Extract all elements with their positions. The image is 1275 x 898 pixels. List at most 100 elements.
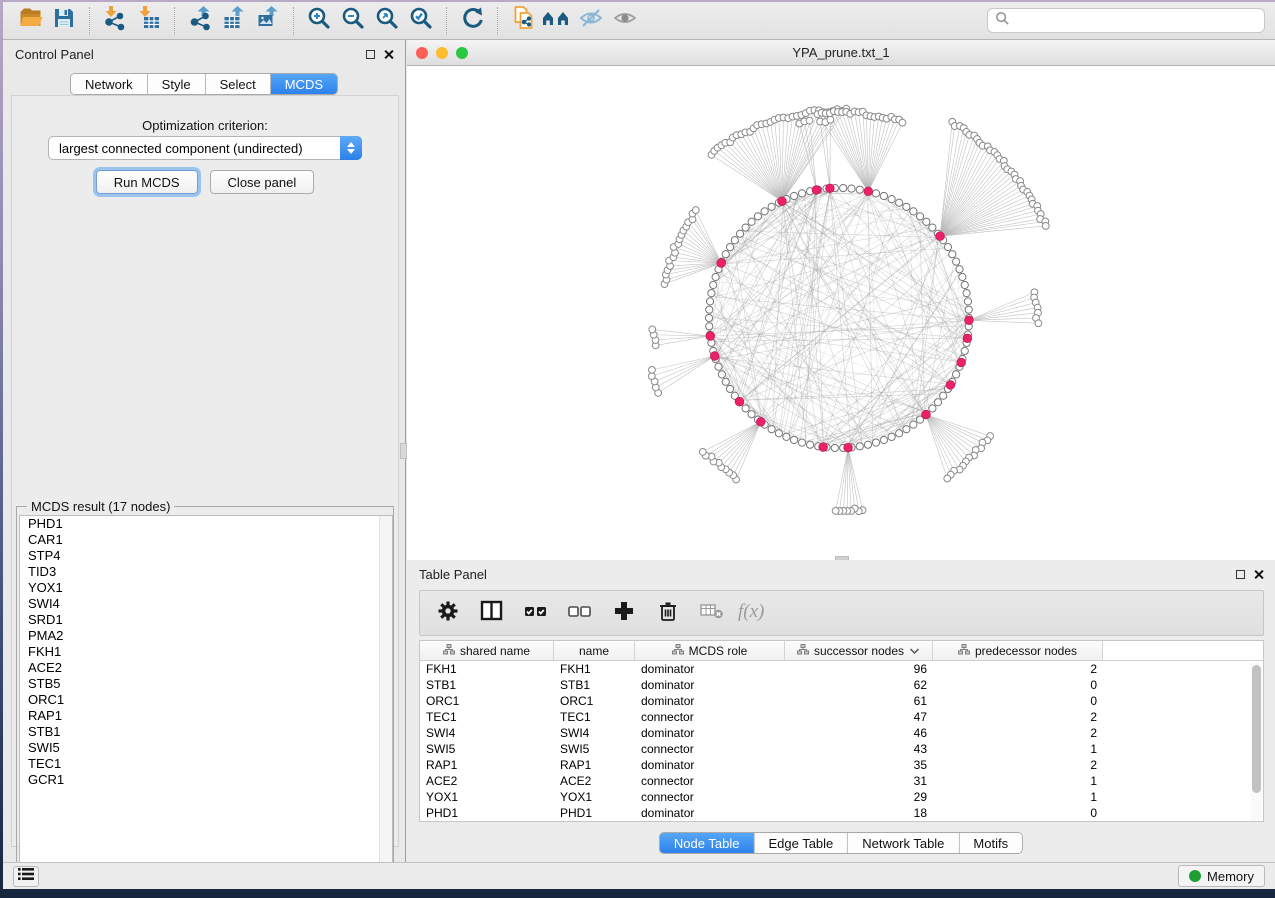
import-table-button[interactable] [132,6,166,36]
table-scrollbar[interactable] [1251,663,1262,821]
hierarchy-icon [958,644,970,658]
copy-network-button[interactable] [506,6,540,36]
table-cell: dominator [635,725,785,741]
export-table-button[interactable] [217,6,251,36]
table-row[interactable]: RAP1RAP1dominator352 [420,757,1263,773]
mcds-result-groupbox: MCDS result (17 nodes) PHD1CAR1STP4TID3Y… [16,506,394,876]
mcds-result-item[interactable]: GCR1 [20,772,392,788]
network-graph[interactable] [407,66,1275,560]
hide-selected-icon [577,5,605,36]
node-table[interactable]: shared namenameMCDS rolesuccessor nodesp… [419,640,1264,822]
mcds-result-item[interactable]: PMA2 [20,628,392,644]
table-row[interactable]: YOX1YOX1connector291 [420,789,1263,805]
mcds-result-item[interactable]: STB1 [20,724,392,740]
column-header-shared-name[interactable]: shared name [420,641,554,660]
import-network-button[interactable] [98,6,132,36]
column-header-name[interactable]: name [554,641,635,660]
mcds-result-item[interactable]: CAR1 [20,532,392,548]
table-cell: ACE2 [554,773,635,789]
refresh-button[interactable] [455,6,489,36]
export-network-button[interactable] [183,6,217,36]
mcds-result-item[interactable]: ORC1 [20,692,392,708]
table-panel-header: Table Panel [407,560,1275,588]
table-scrollbar-thumb[interactable] [1252,665,1261,793]
mcds-result-item[interactable]: FKH1 [20,644,392,660]
mcds-result-item[interactable]: RAP1 [20,708,392,724]
mcds-result-item[interactable]: STP4 [20,548,392,564]
table-row[interactable]: FKH1FKH1dominator962 [420,661,1263,677]
mcds-list-scrollbar[interactable] [379,516,392,872]
open-folder-button[interactable] [13,6,47,36]
export-image-button[interactable] [251,6,285,36]
table-cell: dominator [635,805,785,821]
float-table-icon[interactable] [1236,570,1245,579]
gear-button[interactable] [434,599,462,627]
search-box[interactable] [987,8,1265,33]
column-header-MCDS-role[interactable]: MCDS role [635,641,785,660]
control-panel-header: Control Panel [3,40,405,68]
zoom-fit-icon [374,5,400,36]
mcds-result-list[interactable]: PHD1CAR1STP4TID3YOX1SWI4SRD1PMA2FKH1ACE2… [19,515,393,873]
tab-edge-table[interactable]: Edge Table [754,833,848,853]
memory-button[interactable]: Memory [1178,865,1265,887]
table-cell: RAP1 [554,757,635,773]
tab-network[interactable]: Network [71,74,148,94]
mcds-result-item[interactable]: SWI4 [20,596,392,612]
table-row[interactable]: TEC1TEC1connector472 [420,709,1263,725]
panel-splitter-handle[interactable] [400,443,407,459]
network-titlebar[interactable]: YPA_prune.txt_1 [407,40,1275,66]
table-row[interactable]: STB1STB1dominator620 [420,677,1263,693]
hierarchy-icon [797,644,809,658]
table-cell: 43 [785,741,933,757]
network-canvas[interactable] [407,66,1275,560]
mcds-result-item[interactable]: TID3 [20,564,392,580]
close-table-icon[interactable] [1254,570,1263,579]
mcds-result-item[interactable]: SWI5 [20,740,392,756]
mcds-result-item[interactable]: SRD1 [20,612,392,628]
table-cell: 31 [785,773,933,789]
tab-motifs[interactable]: Motifs [959,833,1022,853]
mcds-result-item[interactable]: STB5 [20,676,392,692]
tab-node-table[interactable]: Node Table [660,833,755,853]
hide-selected-button[interactable] [574,6,608,36]
add-button[interactable] [610,599,638,627]
show-all-button[interactable] [608,6,642,36]
save-button[interactable] [47,6,81,36]
zoom-fit-button[interactable] [370,6,404,36]
tab-mcds[interactable]: MCDS [271,74,337,94]
memory-label: Memory [1207,869,1254,884]
delete-button[interactable] [654,599,682,627]
mcds-result-item[interactable]: PHD1 [20,516,392,532]
mcds-result-item[interactable]: TEC1 [20,756,392,772]
float-panel-icon[interactable] [366,50,375,59]
mcds-result-item[interactable]: YOX1 [20,580,392,596]
deselect-all-button[interactable] [566,599,594,627]
column-header-predecessor-nodes[interactable]: predecessor nodes [933,641,1103,660]
search-input[interactable] [1015,14,1257,28]
table-row[interactable]: SWI4SWI4dominator462 [420,725,1263,741]
table-body: FKH1FKH1dominator962STB1STB1dominator620… [420,661,1263,821]
mcds-result-item[interactable]: ACE2 [20,660,392,676]
table-row[interactable]: SWI5SWI5connector431 [420,741,1263,757]
table-cell: 18 [785,805,933,821]
run-mcds-button[interactable]: Run MCDS [96,170,198,194]
table-row[interactable]: ORC1ORC1dominator610 [420,693,1263,709]
close-panel-icon[interactable] [384,50,393,59]
table-cell: 96 [785,661,933,677]
table-row[interactable]: PHD1PHD1dominator180 [420,805,1263,821]
close-panel-button[interactable]: Close panel [210,170,315,194]
select-all-button[interactable] [522,599,550,627]
tab-network-table[interactable]: Network Table [848,833,959,853]
first-neighbors-button[interactable] [540,6,574,36]
table-row[interactable]: ACE2ACE2connector311 [420,773,1263,789]
tab-select[interactable]: Select [206,74,271,94]
table-cell: connector [635,789,785,805]
task-history-button[interactable] [13,866,39,887]
zoom-out-button[interactable] [336,6,370,36]
column-header-successor-nodes[interactable]: successor nodes [785,641,933,660]
tab-style[interactable]: Style [148,74,206,94]
zoom-selected-button[interactable] [404,6,438,36]
columns-button[interactable] [478,599,506,627]
zoom-in-button[interactable] [302,6,336,36]
criterion-dropdown[interactable]: largest connected component (undirected) [48,136,362,160]
